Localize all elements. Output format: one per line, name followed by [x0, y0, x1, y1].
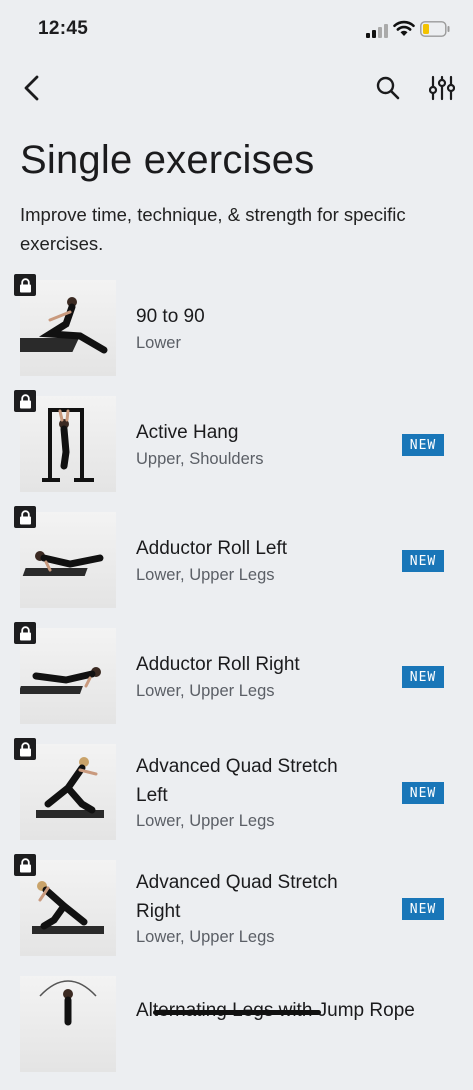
lock-icon	[14, 506, 36, 528]
list-item[interactable]: Advanced Quad Stretch Left Lower, Upper …	[0, 738, 473, 858]
status-bar: 12:45	[0, 0, 473, 60]
cellular-signal-icon	[366, 24, 388, 38]
list-item[interactable]: 90 to 90 Lower	[0, 274, 473, 394]
new-badge: NEW	[402, 782, 444, 804]
exercise-thumbnail	[20, 976, 116, 1072]
exercise-name: Adductor Roll Right	[136, 654, 300, 675]
exercise-category: Lower	[136, 334, 181, 352]
page-title: Single exercises	[20, 138, 315, 182]
exercise-category: Lower, Upper Legs	[136, 928, 275, 946]
lock-icon	[14, 390, 36, 412]
list-item[interactable]: Advanced Quad Stretch Right Lower, Upper…	[0, 854, 473, 974]
new-badge: NEW	[402, 434, 444, 456]
new-badge: NEW	[402, 898, 444, 920]
sliders-icon	[429, 75, 455, 101]
lock-icon	[14, 274, 36, 296]
status-time: 12:45	[38, 18, 89, 39]
back-button[interactable]	[16, 72, 48, 104]
lock-icon	[14, 622, 36, 644]
battery-icon	[420, 21, 450, 37]
home-indicator	[153, 1010, 321, 1015]
exercise-name: Advanced Quad Stretch Right	[136, 872, 338, 922]
lock-icon	[14, 738, 36, 760]
new-badge: NEW	[402, 666, 444, 688]
filter-button[interactable]	[426, 72, 458, 104]
list-item[interactable]: Adductor Roll Left Lower, Upper Legs NEW	[0, 506, 473, 626]
wifi-icon	[393, 20, 415, 36]
list-item[interactable]: Alternating Legs with Jump Rope	[0, 974, 473, 1090]
search-icon	[376, 76, 400, 100]
exercise-category: Lower, Upper Legs	[136, 566, 275, 584]
exercise-name: 90 to 90	[136, 306, 205, 327]
exercise-category: Upper, Shoulders	[136, 450, 264, 468]
lock-icon	[14, 854, 36, 876]
list-item[interactable]: Active Hang Upper, Shoulders NEW	[0, 390, 473, 510]
exercise-category: Lower, Upper Legs	[136, 682, 275, 700]
page-subtitle: Improve time, technique, & strength for …	[20, 204, 406, 254]
chevron-left-icon	[24, 75, 39, 101]
search-button[interactable]	[372, 72, 404, 104]
exercise-name: Advanced Quad Stretch Left	[136, 756, 338, 806]
list-item[interactable]: Adductor Roll Right Lower, Upper Legs NE…	[0, 622, 473, 742]
exercise-category: Lower, Upper Legs	[136, 812, 275, 830]
exercise-name: Adductor Roll Left	[136, 538, 288, 559]
exercise-name: Active Hang	[136, 422, 239, 443]
new-badge: NEW	[402, 550, 444, 572]
